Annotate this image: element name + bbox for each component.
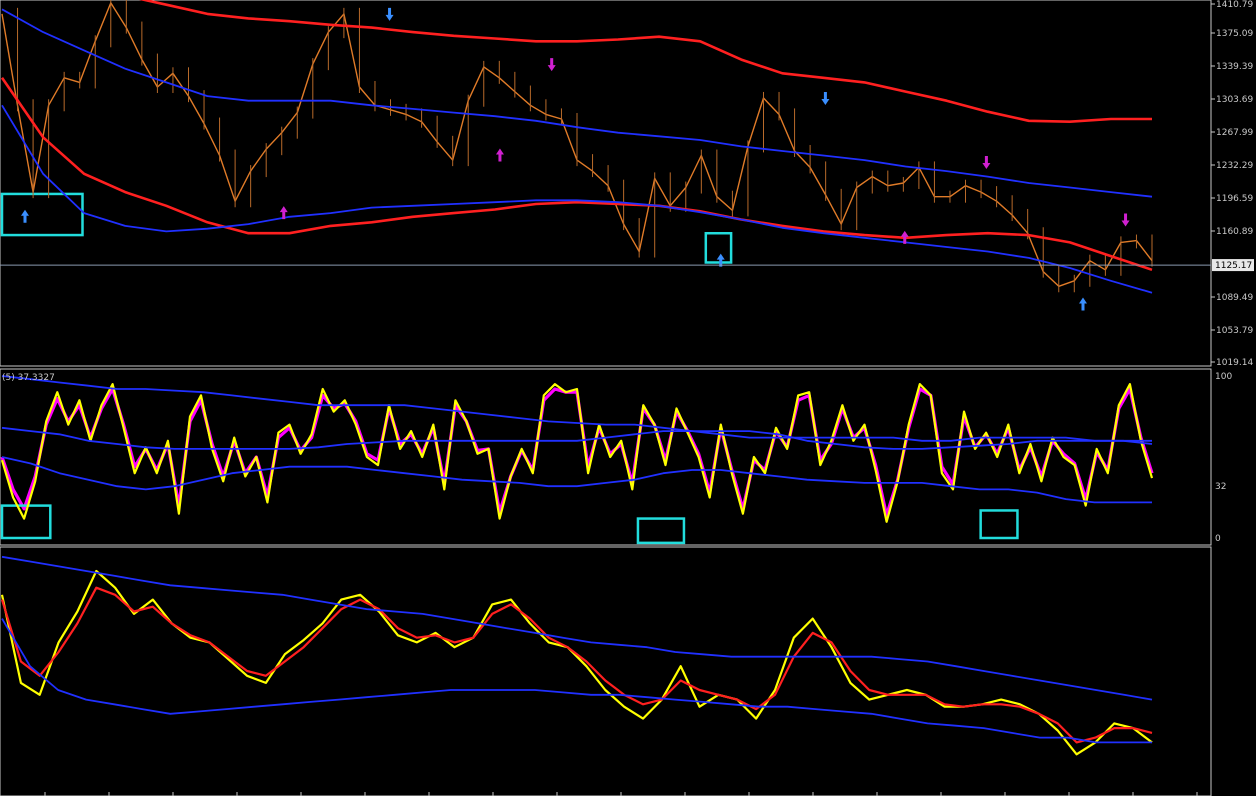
ma-panel-frame: [0, 546, 1212, 796]
y-tick-label: 1053.79: [1216, 326, 1253, 336]
current-price-label: 1125.17: [1215, 261, 1252, 271]
y-tick-label: 1267.99: [1216, 128, 1253, 138]
y-tick-label: 1303.69: [1216, 95, 1253, 105]
y-tick-label: 1410.79: [1216, 0, 1253, 10]
osc-y-tick-label: 0: [1215, 534, 1221, 544]
y-tick-label: 1339.39: [1216, 62, 1253, 72]
osc-y-tick-label: 100: [1215, 372, 1232, 382]
y-tick-label: 1160.89: [1216, 227, 1253, 237]
y-tick-label: 1232.29: [1216, 161, 1253, 171]
oscillator-title: (5) 37.3327: [2, 373, 55, 383]
y-tick-label: 1196.59: [1216, 194, 1253, 204]
oscillator-panel-frame: [0, 368, 1212, 546]
y-tick-label: 1089.49: [1216, 293, 1253, 303]
trading-chart: (5) 37.3327 1410.79 1375.09 1339.39 1303.69…: [0, 0, 1254, 796]
y-tick-label: 1019.14: [1216, 358, 1253, 368]
osc-y-tick-label: 32: [1215, 482, 1226, 492]
y-tick-label: 1375.09: [1216, 29, 1253, 39]
